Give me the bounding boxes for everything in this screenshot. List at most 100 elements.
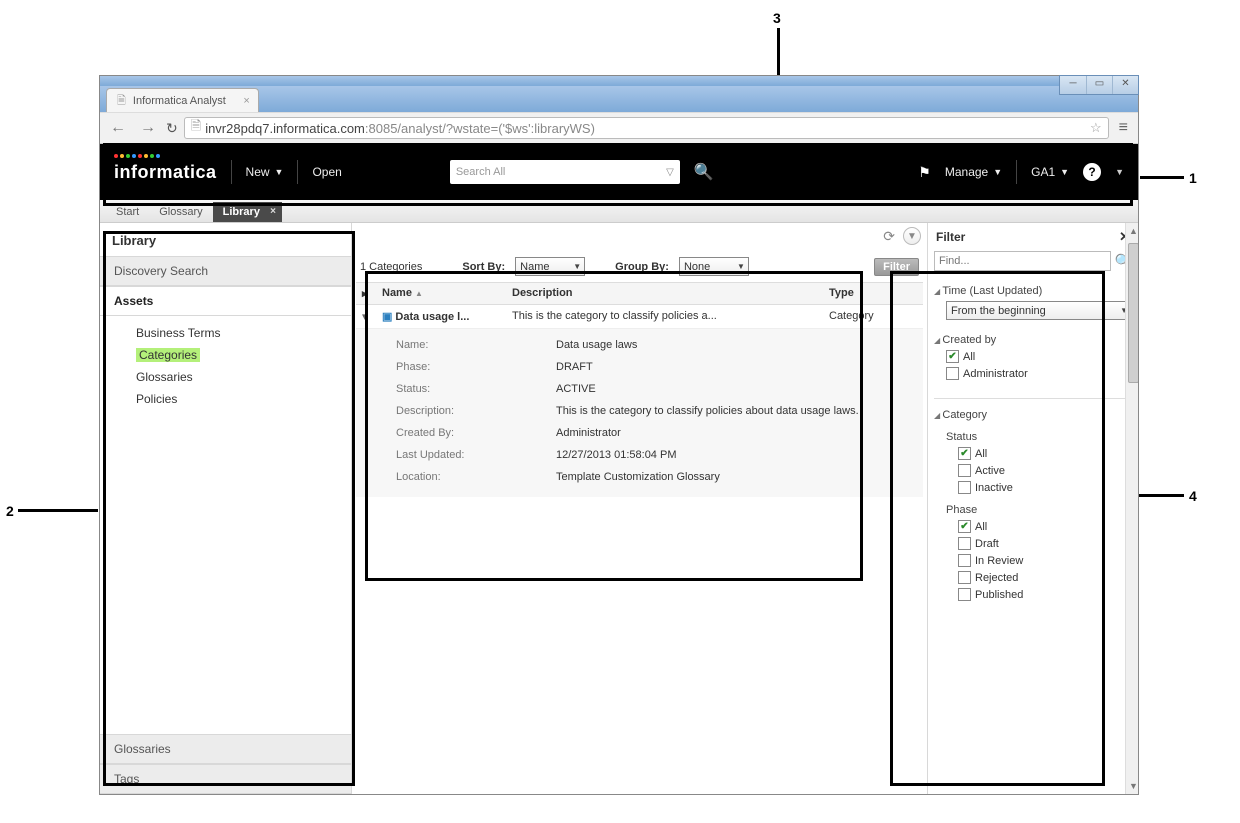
divider <box>231 160 232 184</box>
tab-library[interactable]: Library × <box>213 202 282 222</box>
filter-toggle-button[interactable]: Filter <box>874 258 919 276</box>
reload-button[interactable]: ↻ <box>166 120 178 137</box>
divider <box>934 398 1132 399</box>
row-type: Category <box>823 305 923 328</box>
section-tags[interactable]: Tags <box>100 764 351 794</box>
col-name[interactable]: Name ▲ <box>376 283 506 304</box>
detail-desc-value: This is the category to classify policie… <box>556 405 903 417</box>
tab-glossary[interactable]: Glossary <box>149 202 212 222</box>
col-type[interactable]: Type <box>823 283 923 304</box>
col-description[interactable]: Description <box>506 283 823 304</box>
nav-item-business-terms[interactable]: Business Terms <box>136 326 220 340</box>
help-icon[interactable]: ? <box>1083 163 1101 181</box>
app-topbar: informatica New ▼ Open Search All ▽ 🔍 ⚑ … <box>100 144 1138 200</box>
url-path: :8085/analyst/?wstate=('$ws':libraryWS) <box>365 121 595 136</box>
detail-name-label: Name: <box>396 339 556 351</box>
cb-phase-published[interactable]: Published <box>958 588 1132 601</box>
nav-item-glossaries[interactable]: Glossaries <box>136 370 193 384</box>
new-label: New <box>246 165 270 179</box>
callout-1: 1 <box>1189 170 1197 186</box>
filter-title: Filter <box>936 230 965 244</box>
filter-category-title[interactable]: Category <box>934 409 1132 421</box>
detail-createdby-value: Administrator <box>556 427 903 439</box>
assets-list: Business Terms Categories Glossaries Pol… <box>100 316 351 416</box>
browser-tab-active[interactable]: Informatica Analyst × <box>106 88 259 112</box>
cb-phase-rejected[interactable]: Rejected <box>958 571 1132 584</box>
workspace-tabs: Start Glossary Library × <box>100 200 1138 223</box>
maximize-button[interactable]: ▭ <box>1086 76 1112 94</box>
filter-header: Filter ✕ <box>934 225 1132 251</box>
chevron-down-icon: ▼ <box>1060 167 1069 177</box>
scrollbar-down-icon[interactable]: ▼ <box>1126 778 1138 794</box>
open-label: Open <box>312 165 341 179</box>
address-bar[interactable]: 🗎 invr28pdq7.informatica.com:8085/analys… <box>184 117 1109 139</box>
new-menu[interactable]: New ▼ <box>246 165 284 179</box>
filter-panel: Filter ✕ 🔍 Time (Last Updated) From the … <box>928 223 1138 794</box>
divider <box>297 160 298 184</box>
tab-close-icon[interactable]: × <box>270 206 276 217</box>
cb-createdby-administrator[interactable]: Administrator <box>946 367 1132 380</box>
chevron-down-icon[interactable]: ▼ <box>1115 167 1124 177</box>
cb-status-active[interactable]: Active <box>958 464 1132 477</box>
scrollbar-up-icon[interactable]: ▲ <box>1126 223 1138 239</box>
nav-item-policies[interactable]: Policies <box>136 392 177 406</box>
browser-menu-icon[interactable]: ≡ <box>1115 119 1132 137</box>
panel-toolbar: ⟳ ▼ <box>883 227 921 245</box>
cb-phase-inreview[interactable]: In Review <box>958 554 1132 567</box>
bookmark-star-icon[interactable]: ☆ <box>1090 120 1102 136</box>
filter-time-title[interactable]: Time (Last Updated) <box>934 285 1132 297</box>
scrollbar-thumb[interactable] <box>1128 243 1138 383</box>
filter-time-select[interactable]: From the beginning <box>946 301 1132 320</box>
browser-tab-title: Informatica Analyst <box>133 95 226 107</box>
cb-phase-all[interactable]: All <box>958 520 1132 533</box>
page-icon: 🗎 <box>191 117 201 139</box>
notifications-flag-icon[interactable]: ⚑ <box>918 164 931 181</box>
table-row[interactable]: ▾ ▣Data usage l... This is the category … <box>356 305 923 329</box>
detail-desc-label: Description: <box>396 405 556 417</box>
filter-find-input[interactable] <box>934 251 1111 271</box>
section-discovery-search[interactable]: Discovery Search <box>100 256 351 286</box>
sort-by-label: Sort By: <box>462 261 505 273</box>
section-glossaries[interactable]: Glossaries <box>100 734 351 764</box>
detail-status-value: ACTIVE <box>556 383 903 395</box>
global-search-input[interactable]: Search All ▽ <box>450 160 680 184</box>
cb-status-inactive[interactable]: Inactive <box>958 481 1132 494</box>
filter-createdby-title[interactable]: Created by <box>934 334 1132 346</box>
group-by-label: Group By: <box>615 261 669 273</box>
expand-col: ▸ <box>356 283 376 304</box>
close-button[interactable]: ✕ <box>1112 76 1138 94</box>
row-collapse-icon[interactable]: ▾ <box>356 305 376 328</box>
window-controls: ─ ▭ ✕ <box>1059 75 1139 95</box>
back-button[interactable]: ← <box>106 119 130 137</box>
detail-createdby-label: Created By: <box>396 427 556 439</box>
user-menu[interactable]: GA1 ▼ <box>1031 165 1069 179</box>
callout-2: 2 <box>6 503 14 519</box>
manage-menu[interactable]: Manage ▼ <box>945 165 1002 179</box>
section-assets[interactable]: Assets <box>100 286 351 316</box>
browser-titlebar: ─ ▭ ✕ <box>100 76 1138 86</box>
tab-start[interactable]: Start <box>106 202 149 222</box>
main-columns: Library Discovery Search Assets Business… <box>100 223 1138 794</box>
nav-item-categories[interactable]: Categories <box>136 348 200 362</box>
search-scope-dropdown-icon[interactable]: ▽ <box>666 167 674 178</box>
detail-status-label: Status: <box>396 383 556 395</box>
refresh-icon[interactable]: ⟳ <box>883 228 895 245</box>
app-logo: informatica <box>114 162 217 183</box>
cb-phase-draft[interactable]: Draft <box>958 537 1132 550</box>
cb-status-all[interactable]: All <box>958 447 1132 460</box>
vertical-scrollbar[interactable]: ▲ ▼ <box>1125 223 1138 794</box>
forward-button[interactable]: → <box>136 119 160 137</box>
result-count: 1 Categories <box>360 261 422 273</box>
open-menu[interactable]: Open <box>312 165 341 179</box>
minimize-button[interactable]: ─ <box>1060 76 1086 94</box>
detail-location-label: Location: <box>396 471 556 483</box>
divider <box>1016 160 1017 184</box>
sort-by-select[interactable]: Name <box>515 257 585 276</box>
library-navigator: Library Discovery Search Assets Business… <box>100 223 352 794</box>
cb-createdby-all[interactable]: All <box>946 350 1132 363</box>
panel-actions-icon[interactable]: ▼ <box>903 227 921 245</box>
detail-updated-value: 12/27/2013 01:58:04 PM <box>556 449 903 461</box>
browser-tab-close-icon[interactable]: × <box>243 93 249 109</box>
group-by-select[interactable]: None <box>679 257 749 276</box>
search-icon[interactable]: 🔍 <box>694 162 714 182</box>
